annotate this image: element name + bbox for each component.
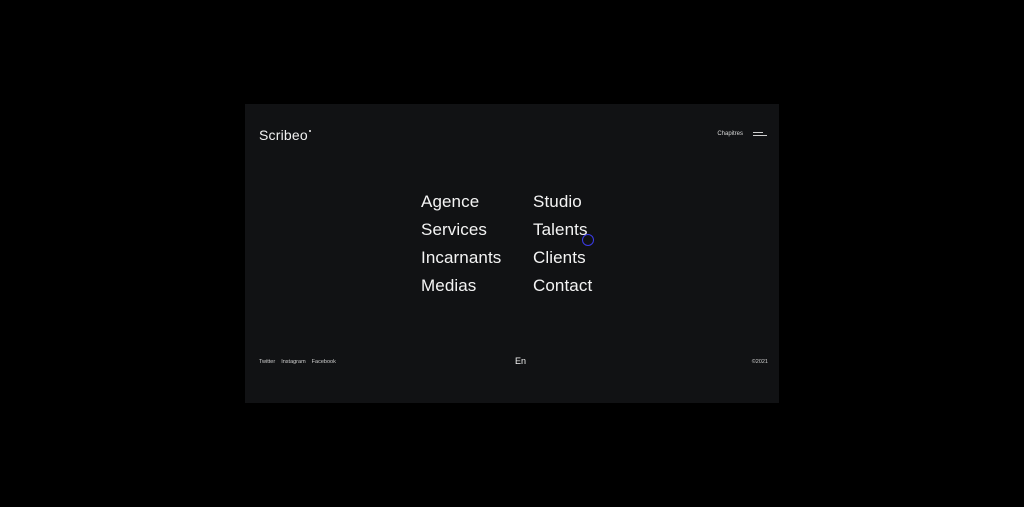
nav-link-studio[interactable]: Studio — [533, 191, 623, 219]
footer: Twitter Instagram Facebook En ©2021 — [259, 356, 768, 373]
hamburger-icon[interactable] — [753, 132, 767, 136]
social-links: Twitter Instagram Facebook — [259, 359, 336, 365]
menu-panel: Scribeo Chapitres Agence Studio Services… — [245, 104, 779, 403]
nav-link-contact[interactable]: Contact — [533, 275, 623, 303]
language-switch[interactable]: En — [515, 356, 526, 366]
nav-link-agence[interactable]: Agence — [421, 191, 533, 219]
nav-link-clients[interactable]: Clients — [533, 247, 623, 275]
nav-link-medias[interactable]: Medias — [421, 275, 533, 303]
social-link-instagram[interactable]: Instagram — [281, 359, 305, 365]
social-link-twitter[interactable]: Twitter — [259, 359, 275, 365]
main-navigation: Agence Studio Services Talents Incarnant… — [421, 191, 623, 303]
brand-logo[interactable]: Scribeo — [259, 127, 308, 143]
nav-link-services[interactable]: Services — [421, 219, 533, 247]
nav-link-talents[interactable]: Talents — [533, 219, 623, 247]
chapters-toggle[interactable]: Chapitres — [717, 131, 767, 137]
nav-link-incarnants[interactable]: Incarnants — [421, 247, 533, 275]
cursor-ring-icon — [582, 234, 594, 246]
chapters-label: Chapitres — [717, 131, 743, 137]
social-link-facebook[interactable]: Facebook — [312, 359, 336, 365]
copyright: ©2021 — [751, 359, 768, 365]
logo-dot-icon — [309, 130, 311, 132]
